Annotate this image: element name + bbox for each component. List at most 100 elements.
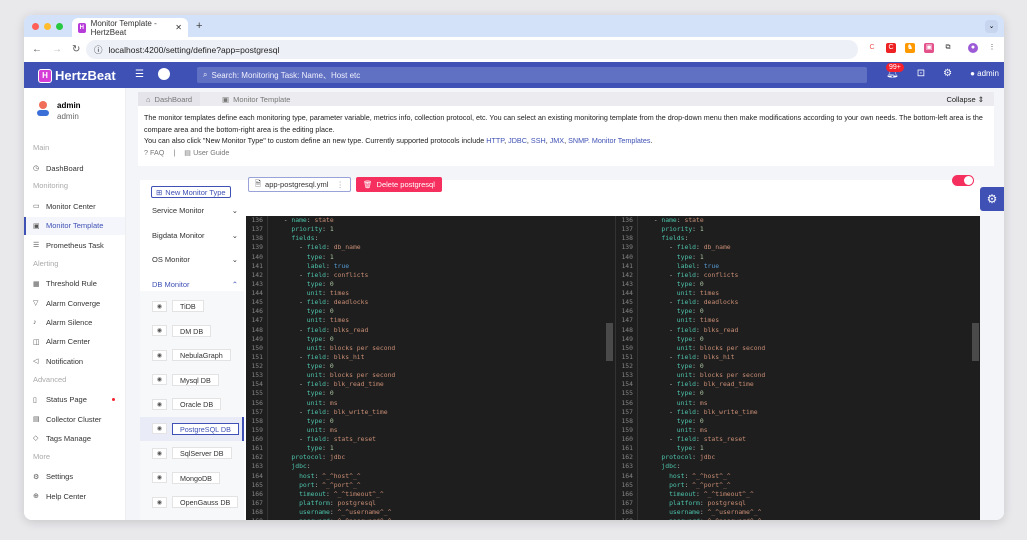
sidebar-item[interactable]: ▤ Collector Cluster bbox=[24, 410, 125, 428]
code-line: 146 type: 0 bbox=[246, 307, 615, 317]
sidebar-item[interactable]: ▭ Monitor Center bbox=[24, 197, 125, 215]
code-line: 151 - field: blks_hit bbox=[616, 352, 980, 362]
eye-hidden-icon[interactable]: ◉ bbox=[152, 374, 167, 385]
sidebar-item-icon: ◇ bbox=[33, 435, 39, 443]
file-selector[interactable]: 🗎︎ app-postgresql.yml ⋮ bbox=[248, 177, 351, 192]
code-line: 166 timeout: ^_^timeout^_^ bbox=[616, 489, 980, 499]
db-template-item[interactable]: ◉ NebulaGraph bbox=[140, 343, 244, 367]
faq-link[interactable]: ? FAQ bbox=[144, 147, 164, 159]
sidebar-user[interactable]: admin admin bbox=[37, 101, 81, 121]
sidebar-item[interactable]: ▦ Threshold Rule bbox=[24, 275, 125, 293]
link-snmp[interactable]: SNMP. bbox=[568, 136, 590, 145]
line-number: 141 bbox=[246, 261, 268, 271]
search-input[interactable]: ⌕ Search: Monitoring Task: Name、Host etc bbox=[197, 67, 867, 83]
link-ssh[interactable]: SSH bbox=[531, 136, 546, 145]
db-template-item[interactable]: ◉ TiDB bbox=[140, 294, 244, 318]
sidebar-item[interactable]: ◇ Tags Manage bbox=[24, 429, 125, 447]
link-jmx[interactable]: JMX bbox=[550, 136, 564, 145]
window-controls[interactable] bbox=[32, 23, 63, 30]
eye-hidden-icon[interactable]: ◉ bbox=[152, 398, 167, 410]
browser-menu-icon[interactable]: ⋮ bbox=[987, 43, 997, 53]
extension-icon[interactable]: ▣ bbox=[924, 43, 934, 53]
scrollbar[interactable] bbox=[606, 323, 613, 361]
delete-template-button[interactable]: 🗑︎ Delete postgresql bbox=[356, 177, 442, 192]
extensions-puzzle-icon[interactable]: ⧉ bbox=[943, 43, 953, 53]
reload-icon[interactable]: ↻ bbox=[72, 44, 80, 55]
tree-group[interactable]: Bigdata Monitor ⌄ bbox=[152, 231, 238, 240]
edit-editor[interactable]: 136 - name: state 137 priority: 1 138 fiel… bbox=[615, 216, 980, 520]
settings-drawer-button[interactable]: ⚙ bbox=[980, 187, 1004, 211]
eye-hidden-icon[interactable]: ◉ bbox=[152, 349, 167, 361]
line-number: 152 bbox=[246, 362, 268, 372]
eye-hidden-icon[interactable]: ◉ bbox=[152, 496, 167, 508]
db-template-item[interactable]: ◉ Mysql DB bbox=[140, 368, 244, 392]
code-line: 148 - field: blks_read bbox=[616, 325, 980, 335]
user-menu[interactable]: ● admin bbox=[970, 69, 999, 78]
tree-group[interactable]: OS Monitor ⌄ bbox=[152, 255, 238, 264]
db-template-item[interactable]: ◉ SqlServer DB bbox=[140, 441, 244, 465]
profile-icon[interactable]: ● bbox=[968, 43, 978, 53]
power-toggle[interactable] bbox=[952, 175, 974, 186]
sidebar-item[interactable]: ⚙ Settings bbox=[24, 468, 125, 486]
new-tab-button[interactable]: + bbox=[196, 20, 202, 32]
db-template-label: Oracle DB bbox=[172, 398, 222, 410]
github-icon[interactable] bbox=[158, 68, 170, 80]
extension-icon[interactable]: C bbox=[886, 43, 896, 53]
lock-icon[interactable]: ⊡ bbox=[917, 68, 925, 79]
sidebar-item[interactable]: ▯ Status Page bbox=[24, 391, 125, 409]
new-monitor-type-button[interactable]: ⊞ New Monitor Type bbox=[151, 186, 231, 198]
sidebar-item[interactable]: ☰ Prometheus Task bbox=[24, 236, 125, 254]
sidebar-item[interactable]: ▽ Alarm Converge bbox=[24, 294, 125, 312]
breadcrumb-monitor-template[interactable]: ▣ Monitor Template bbox=[214, 92, 298, 106]
logo[interactable]: H HertzBeat bbox=[38, 68, 116, 83]
link-http[interactable]: HTTP bbox=[486, 136, 504, 145]
eye-hidden-icon[interactable]: ◉ bbox=[152, 472, 167, 483]
site-info-icon[interactable]: ⓘ bbox=[94, 44, 103, 56]
eye-hidden-icon[interactable]: ◉ bbox=[152, 325, 167, 336]
db-template-item[interactable]: ◉ PostgreSQL DB bbox=[140, 416, 244, 441]
code-text: unit: ms bbox=[646, 425, 708, 434]
tree-group[interactable]: DB Monitor ⌃ bbox=[152, 280, 238, 289]
line-number: 144 bbox=[616, 289, 638, 299]
scrollbar[interactable] bbox=[972, 323, 979, 361]
sidebar-item[interactable]: ◁ Notification bbox=[24, 352, 125, 370]
sidebar-item[interactable]: ▣ Monitor Template bbox=[24, 216, 125, 235]
collapse-button[interactable]: Collapse ⇕ bbox=[946, 95, 984, 104]
sidebar-item[interactable]: ◫ Alarm Center bbox=[24, 333, 125, 351]
back-icon[interactable]: ← bbox=[32, 44, 42, 55]
gear-icon[interactable]: ⚙ bbox=[943, 68, 952, 79]
extension-icon[interactable]: ♞ bbox=[905, 43, 915, 53]
user-guide-link[interactable]: ▤ User Guide bbox=[184, 147, 229, 159]
db-template-label: MongoDB bbox=[172, 471, 220, 484]
extension-icon[interactable]: C bbox=[867, 43, 877, 53]
line-number: 147 bbox=[616, 316, 638, 326]
browser-window: H Monitor Template - HertzBeat ✕ + ⌄ ← → ↻ ⓘ… bbox=[24, 15, 1004, 520]
sidebar-item[interactable]: ◷ DashBoard bbox=[24, 159, 125, 177]
breadcrumb-dashboard[interactable]: ⌂ DashBoard bbox=[138, 92, 201, 106]
tab-list-button[interactable]: ⌄ bbox=[985, 20, 998, 33]
db-template-item[interactable]: ◉ OpenGauss DB bbox=[140, 490, 244, 514]
menu-toggle-icon[interactable]: ☰ bbox=[135, 69, 144, 80]
db-template-item[interactable]: ◉ MongoDB bbox=[140, 466, 244, 490]
db-template-item[interactable]: ◉ Oracle DB bbox=[140, 392, 244, 416]
eye-hidden-icon[interactable]: ◉ bbox=[152, 300, 167, 312]
compare-editor[interactable]: 136 - name: state 137 priority: 1 138 fiel… bbox=[246, 216, 615, 520]
sidebar-item[interactable]: ⊕ Help Center bbox=[24, 487, 125, 505]
link-jdbc[interactable]: JDBC bbox=[508, 136, 527, 145]
close-tab-icon[interactable]: ✕ bbox=[175, 23, 182, 32]
more-icon[interactable]: ⋮ bbox=[336, 180, 344, 189]
eye-hidden-icon[interactable]: ◉ bbox=[152, 423, 167, 434]
forward-icon[interactable]: → bbox=[52, 44, 62, 55]
eye-hidden-icon[interactable]: ◉ bbox=[152, 447, 167, 459]
db-template-item[interactable]: ◉ DM DB bbox=[140, 319, 244, 343]
code-line: 157 - field: blk_write_time bbox=[246, 407, 615, 417]
link-monitor-templates[interactable]: Monitor Templates bbox=[592, 136, 651, 145]
sidebar-item[interactable]: ♪ Alarm Silence bbox=[24, 313, 125, 331]
tree-group-label: Bigdata Monitor bbox=[152, 230, 205, 240]
code-text: port: ^_^port^_^ bbox=[276, 480, 361, 489]
sidebar-item-icon: ⊕ bbox=[33, 493, 39, 501]
browser-tab[interactable]: H Monitor Template - HertzBeat ✕ bbox=[72, 18, 188, 37]
tree-group[interactable]: Service Monitor ⌄ bbox=[152, 206, 238, 215]
header-username: admin bbox=[977, 69, 999, 78]
url-field[interactable]: ⓘ localhost:4200/setting/define?app=postg… bbox=[86, 40, 915, 59]
